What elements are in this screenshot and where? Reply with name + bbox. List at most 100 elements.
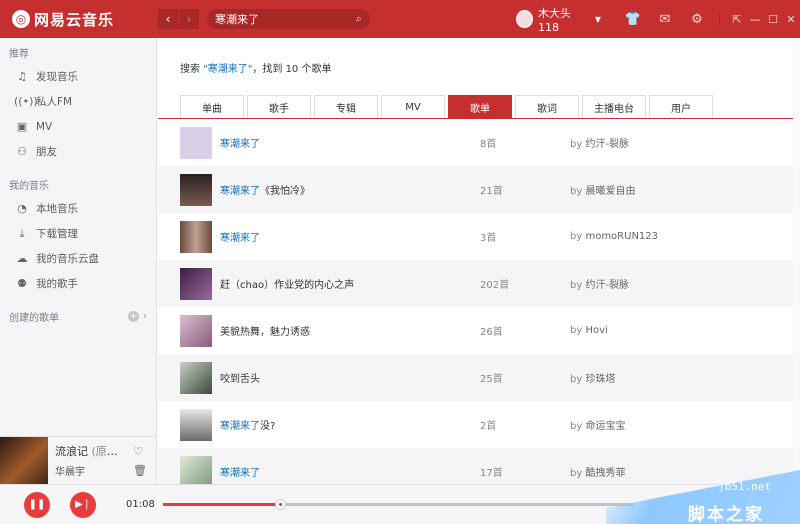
next-button[interactable]: ▶❘ bbox=[70, 491, 96, 518]
mini-mode-icon[interactable]: ⇱ bbox=[728, 13, 746, 26]
playlist-name[interactable]: 美貌热舞，魅力诱惑 bbox=[220, 323, 480, 338]
progress-knob[interactable] bbox=[275, 499, 287, 510]
now-playing-title[interactable]: 流浪记 (原唱... bbox=[55, 443, 127, 459]
playlist-name[interactable]: 咬到舌头 bbox=[220, 370, 480, 385]
progress-bar[interactable] bbox=[162, 499, 633, 510]
track-count: 8首 bbox=[480, 139, 497, 150]
tab-radio[interactable]: 主播电台 bbox=[582, 95, 646, 118]
app-name: 网易云音乐 bbox=[34, 10, 115, 29]
playlist-name[interactable]: 寒潮来了没? bbox=[220, 417, 480, 432]
playlist-creator[interactable]: by 约汗-裂脉 bbox=[570, 135, 629, 150]
heart-icon[interactable]: ♡ bbox=[133, 445, 147, 458]
table-row[interactable]: 美貌热舞，魅力诱惑 26首 by Hovi bbox=[158, 307, 793, 354]
playlist-creator[interactable]: by 约汗-裂脉 bbox=[570, 276, 629, 291]
sidebar-item-discover[interactable]: ♫ 发现音乐 bbox=[0, 64, 156, 89]
singer-icon: ⚉ bbox=[17, 277, 27, 290]
sidebar-item-label: 下载管理 bbox=[36, 228, 78, 240]
tab-playlists[interactable]: 歌单 bbox=[448, 95, 512, 118]
table-row[interactable]: 寒潮来了 8首 by 约汗-裂脉 bbox=[158, 119, 793, 166]
trash-icon[interactable]: 🗑 bbox=[133, 464, 147, 477]
song-subtitle: (原唱... bbox=[91, 445, 128, 458]
playlist-creator[interactable]: by 珍珠塔 bbox=[570, 370, 615, 385]
search-summary: 搜索 "寒潮来了"，找到 10 个歌单 bbox=[180, 60, 331, 75]
playlist-creator[interactable]: by 命运宝宝 bbox=[570, 417, 625, 432]
scrollbar-track[interactable] bbox=[793, 38, 800, 484]
search-box[interactable]: 寒潮来了 ⌕ bbox=[207, 9, 370, 29]
mail-icon[interactable]: ✉ bbox=[649, 12, 681, 27]
playlist-creator[interactable]: by momoRUN123 bbox=[570, 231, 658, 242]
playlist-creator[interactable]: by 晨曦爱自由 bbox=[570, 182, 635, 197]
title-bar: ◎ 网易云音乐 ‹ › 寒潮来了 ⌕ 木大头118 ▼ 👕 ✉ ⚙ ⇱ — ☐ … bbox=[0, 0, 800, 38]
album-cover[interactable] bbox=[0, 436, 48, 485]
user-menu[interactable]: 木大头118 ▼ bbox=[515, 5, 601, 34]
now-playing-artist[interactable]: 华晨宇 bbox=[55, 463, 127, 478]
back-button[interactable]: ‹ bbox=[158, 9, 179, 29]
sidebar-item-local-music[interactable]: ◔ 本地音乐 bbox=[0, 196, 156, 221]
chevron-right-icon[interactable]: › bbox=[143, 311, 147, 322]
table-row[interactable]: 寒潮来了 17首 by 酷拽秀菲 bbox=[158, 448, 793, 484]
gear-icon[interactable]: ⚙ bbox=[681, 12, 713, 27]
playlist-name[interactable]: 寒潮来了 bbox=[220, 464, 480, 479]
playlist-cover[interactable] bbox=[180, 173, 212, 206]
playlist-name[interactable]: 寒潮来了 bbox=[220, 229, 480, 244]
music-note-icon: ♫ bbox=[17, 70, 27, 83]
caret-down-icon[interactable]: ▼ bbox=[595, 15, 601, 24]
table-row[interactable]: 寒潮来了 3首 by momoRUN123 bbox=[158, 213, 793, 260]
download-icon: ⤓ bbox=[19, 226, 25, 240]
pause-button[interactable]: ❚❚ bbox=[24, 491, 50, 518]
playlist-name[interactable]: 寒潮来了《我怕冷》 bbox=[220, 182, 480, 197]
friends-icon: ⚇ bbox=[17, 145, 27, 158]
table-row[interactable]: 赶（chao）作业党的内心之声 202首 by 约汗-裂脉 bbox=[158, 260, 793, 307]
table-row[interactable]: 寒潮来了没? 2首 by 命运宝宝 bbox=[158, 401, 793, 448]
app-logo[interactable]: ◎ 网易云音乐 bbox=[12, 9, 136, 30]
tab-mv[interactable]: MV bbox=[381, 95, 445, 118]
playlist-cover[interactable] bbox=[180, 267, 212, 300]
playlist-creator[interactable]: by 酷拽秀菲 bbox=[570, 464, 625, 479]
sidebar-item-label: 发现音乐 bbox=[36, 71, 78, 83]
sidebar-item-label: 本地音乐 bbox=[36, 203, 78, 215]
close-icon[interactable]: ✕ bbox=[782, 13, 800, 26]
sidebar-item-downloads[interactable]: ⤓ 下载管理 bbox=[0, 221, 156, 246]
user-avatar[interactable] bbox=[515, 10, 533, 28]
local-music-icon: ◔ bbox=[17, 202, 27, 215]
created-playlists-header[interactable]: 创建的歌单 + › bbox=[0, 302, 156, 328]
tab-songs[interactable]: 单曲 bbox=[180, 95, 244, 118]
add-playlist-icon[interactable]: + bbox=[128, 311, 139, 322]
now-playing-card[interactable]: 流浪记 (原唱... 华晨宇 ♡ 🗑 bbox=[0, 436, 157, 485]
username[interactable]: 木大头118 bbox=[538, 5, 589, 34]
tab-lyrics[interactable]: 歌词 bbox=[515, 95, 579, 118]
tab-artists[interactable]: 歌手 bbox=[247, 95, 311, 118]
forward-button[interactable]: › bbox=[179, 9, 200, 29]
tab-users[interactable]: 用户 bbox=[649, 95, 713, 118]
sidebar-section-title: 我的音乐 bbox=[9, 181, 49, 192]
playlist-cover[interactable] bbox=[180, 408, 212, 441]
sidebar-item-friends[interactable]: ⚇ 朋友 bbox=[0, 139, 156, 164]
sidebar-item-singers[interactable]: ⚉ 我的歌手 bbox=[0, 271, 156, 296]
skin-icon[interactable]: 👕 bbox=[617, 12, 649, 27]
sidebar-item-mv[interactable]: ▣ MV bbox=[0, 114, 156, 139]
sidebar-item-label: 我的音乐云盘 bbox=[36, 253, 99, 265]
search-input[interactable]: 寒潮来了 bbox=[215, 11, 356, 27]
table-row[interactable]: 寒潮来了《我怕冷》 21首 by 晨曦爱自由 bbox=[158, 166, 793, 213]
track-count: 25首 bbox=[480, 374, 503, 385]
playlist-name[interactable]: 赶（chao）作业党的内心之声 bbox=[220, 276, 480, 291]
progress-fill bbox=[162, 503, 281, 506]
playlist-cover[interactable] bbox=[180, 361, 212, 394]
playlist-cover[interactable] bbox=[180, 314, 212, 347]
playlist-creator[interactable]: by Hovi bbox=[570, 325, 608, 336]
table-row[interactable]: 咬到舌头 25首 by 珍珠塔 bbox=[158, 354, 793, 401]
summary-prefix: 搜索 bbox=[180, 64, 200, 75]
pause-icon: ❚❚ bbox=[28, 499, 46, 510]
playlist-cover[interactable] bbox=[180, 220, 212, 253]
playlist-cover[interactable] bbox=[180, 455, 212, 484]
maximize-icon[interactable]: ☐ bbox=[764, 13, 782, 26]
minimize-icon[interactable]: — bbox=[746, 13, 764, 26]
playlist-cover[interactable] bbox=[180, 126, 212, 159]
sidebar-item-cloud[interactable]: ☁ 我的音乐云盘 bbox=[0, 246, 156, 271]
current-time: 01:08 bbox=[126, 499, 155, 510]
song-title: 流浪记 bbox=[55, 445, 88, 458]
tab-albums[interactable]: 专辑 bbox=[314, 95, 378, 118]
playlist-name[interactable]: 寒潮来了 bbox=[220, 135, 480, 150]
sidebar-item-fm[interactable]: ((•)) 私人FM bbox=[0, 89, 156, 114]
search-icon[interactable]: ⌕ bbox=[356, 12, 362, 26]
